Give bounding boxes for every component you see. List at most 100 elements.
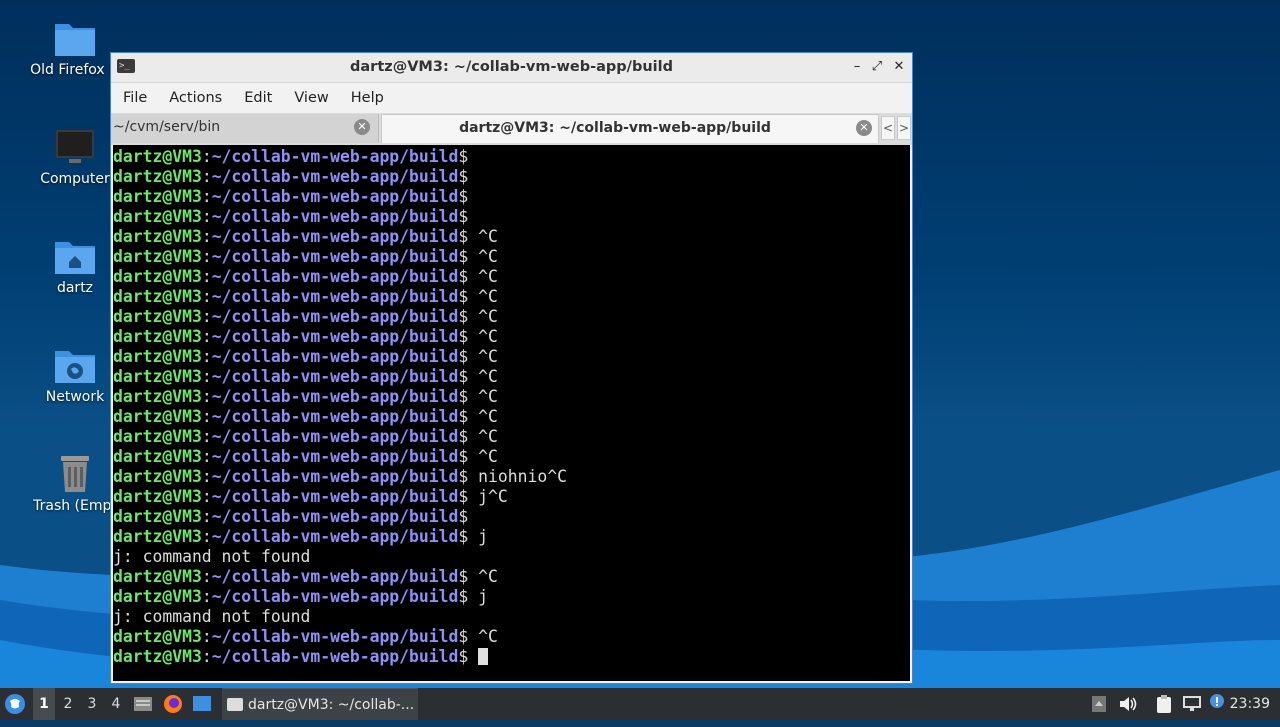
task-button-terminal[interactable]: dartz@VM3: ~/collab-... — [222, 688, 418, 720]
prompt-user: dartz@VM3 — [113, 587, 202, 606]
workspace-3[interactable]: 3 — [81, 688, 103, 720]
package-icon — [1092, 696, 1106, 712]
terminal-prompt-line: dartz@VM3:~/collab-vm-web-app/build$ ^C — [113, 347, 910, 367]
prompt-dollar: $ — [458, 187, 469, 206]
network-button[interactable] — [1182, 688, 1204, 720]
prompt-dollar: $ — [458, 147, 469, 166]
terminal-prompt-line: dartz@VM3:~/collab-vm-web-app/build$ ^C — [113, 407, 910, 427]
terminal-prompt-line: dartz@VM3:~/collab-vm-web-app/build$ ^C — [113, 447, 910, 467]
task-label: dartz@VM3: ~/collab-... — [248, 697, 415, 713]
prompt-command: j — [468, 527, 489, 546]
prompt-path: ~/collab-vm-web-app/build — [211, 267, 459, 286]
prompt-separator: : — [201, 367, 212, 386]
file-manager-icon — [134, 697, 152, 711]
prompt-path: ~/collab-vm-web-app/build — [211, 407, 459, 426]
terminal-prompt-line: dartz@VM3:~/collab-vm-web-app/build$ ^C — [113, 327, 910, 347]
prompt-path: ~/collab-vm-web-app/build — [211, 147, 459, 166]
terminal-prompt-line: dartz@VM3:~/collab-vm-web-app/build$ ^C — [113, 387, 910, 407]
terminal-prompt-line: dartz@VM3:~/collab-vm-web-app/build$ — [113, 147, 910, 167]
terminal-cursor — [478, 648, 489, 665]
prompt-separator: : — [201, 327, 212, 346]
prompt-command: ^C — [468, 307, 498, 326]
terminal-prompt-line: dartz@VM3:~/collab-vm-web-app/build$ nio… — [113, 467, 910, 487]
prompt-dollar: $ — [458, 267, 469, 286]
prompt-dollar: $ — [458, 247, 469, 266]
prompt-separator: : — [201, 187, 212, 206]
firefox-launcher[interactable] — [163, 688, 185, 720]
terminal-prompt-line: dartz@VM3:~/collab-vm-web-app/build$ ^C — [113, 287, 910, 307]
terminal-prompt-line: dartz@VM3:~/collab-vm-web-app/build$ ^C — [113, 367, 910, 387]
menu-actions[interactable]: Actions — [163, 90, 228, 106]
menu-help[interactable]: Help — [345, 90, 390, 106]
prompt-command: ^C — [468, 287, 498, 306]
prompt-command: ^C — [468, 567, 498, 586]
prompt-dollar: $ — [458, 627, 469, 646]
prompt-path: ~/collab-vm-web-app/build — [211, 247, 459, 266]
tab-close-icon[interactable]: ✕ — [354, 119, 370, 135]
tab-scroll-left-button[interactable]: < — [881, 116, 895, 140]
prompt-separator: : — [201, 447, 212, 466]
prompt-path: ~/collab-vm-web-app/build — [211, 367, 459, 386]
tab-cvm-serv-bin[interactable]: ~/cvm/serv/bin ✕ — [111, 114, 379, 143]
notification-button[interactable] — [1208, 688, 1228, 720]
prompt-command: niohnio^C — [468, 467, 567, 486]
window-title: dartz@VM3: ~/collab-vm-web-app/build — [350, 59, 673, 75]
terminal-task-icon — [227, 698, 243, 711]
prompt-command: ^C — [468, 347, 498, 366]
tab-close-icon[interactable]: ✕ — [856, 120, 872, 136]
menu-edit[interactable]: Edit — [238, 90, 278, 106]
terminal-prompt-line: dartz@VM3:~/collab-vm-web-app/build$ ^C — [113, 307, 910, 327]
prompt-user: dartz@VM3 — [113, 347, 202, 366]
workspace-2[interactable]: 2 — [57, 688, 79, 720]
workspace-4[interactable]: 4 — [105, 688, 127, 720]
prompt-separator: : — [201, 387, 212, 406]
terminal-prompt-line: dartz@VM3:~/collab-vm-web-app/build$ — [113, 187, 910, 207]
prompt-path: ~/collab-vm-web-app/build — [211, 507, 459, 526]
prompt-command: ^C — [468, 367, 498, 386]
prompt-user: dartz@VM3 — [113, 307, 202, 326]
computer-icon — [56, 130, 94, 163]
tab-scroll-right-button[interactable]: > — [897, 116, 911, 140]
title-bar[interactable]: >_ dartz@VM3: ~/collab-vm-web-app/build … — [111, 53, 912, 83]
prompt-separator: : — [201, 527, 212, 546]
prompt-path: ~/collab-vm-web-app/build — [211, 467, 459, 486]
prompt-dollar: $ — [458, 527, 469, 546]
prompt-command: ^C — [468, 427, 498, 446]
start-menu-button[interactable] — [4, 688, 28, 720]
terminal-prompt-line: dartz@VM3:~/collab-vm-web-app/build$ j — [113, 587, 910, 607]
prompt-user: dartz@VM3 — [113, 567, 202, 586]
show-desktop-button[interactable] — [192, 688, 214, 720]
tab-bar: ~/cvm/serv/bin ✕ dartz@VM3: ~/collab-vm-… — [111, 113, 912, 145]
prompt-path: ~/collab-vm-web-app/build — [211, 567, 459, 586]
file-manager-launcher[interactable] — [133, 688, 155, 720]
prompt-command: j — [468, 587, 489, 606]
menu-view[interactable]: View — [288, 90, 334, 106]
terminal-prompt-line: dartz@VM3:~/collab-vm-web-app/build$ — [113, 647, 910, 667]
app-menu-icon — [5, 694, 25, 714]
clipboard-button[interactable] — [1155, 688, 1175, 720]
prompt-dollar: $ — [458, 427, 469, 446]
volume-button[interactable] — [1118, 688, 1138, 720]
prompt-command: ^C — [468, 327, 498, 346]
terminal-output[interactable]: dartz@VM3:~/collab-vm-web-app/build$ dart… — [113, 145, 910, 681]
terminal-output-line: j: command not found — [113, 607, 311, 626]
terminal-prompt-line: dartz@VM3:~/collab-vm-web-app/build$ j — [113, 527, 910, 547]
tab-collab-vm-build[interactable]: dartz@VM3: ~/collab-vm-web-app/build ✕ — [381, 114, 879, 143]
prompt-separator: : — [201, 287, 212, 306]
prompt-dollar: $ — [458, 347, 469, 366]
maximize-button[interactable]: ⤢ — [869, 58, 885, 76]
tray-updates[interactable] — [1091, 688, 1109, 720]
prompt-user: dartz@VM3 — [113, 407, 202, 426]
prompt-user: dartz@VM3 — [113, 627, 202, 646]
close-button[interactable]: ✕ — [891, 58, 907, 76]
workspace-1[interactable]: 1 — [33, 688, 55, 720]
prompt-user: dartz@VM3 — [113, 427, 202, 446]
prompt-user: dartz@VM3 — [113, 267, 202, 286]
minimize-button[interactable]: – — [849, 58, 865, 76]
menu-file[interactable]: File — [117, 90, 153, 106]
prompt-command: ^C — [468, 267, 498, 286]
prompt-command: ^C — [468, 407, 498, 426]
prompt-separator: : — [201, 467, 212, 486]
clock[interactable]: 23:39 — [1230, 688, 1270, 720]
home-folder-icon — [55, 242, 95, 274]
